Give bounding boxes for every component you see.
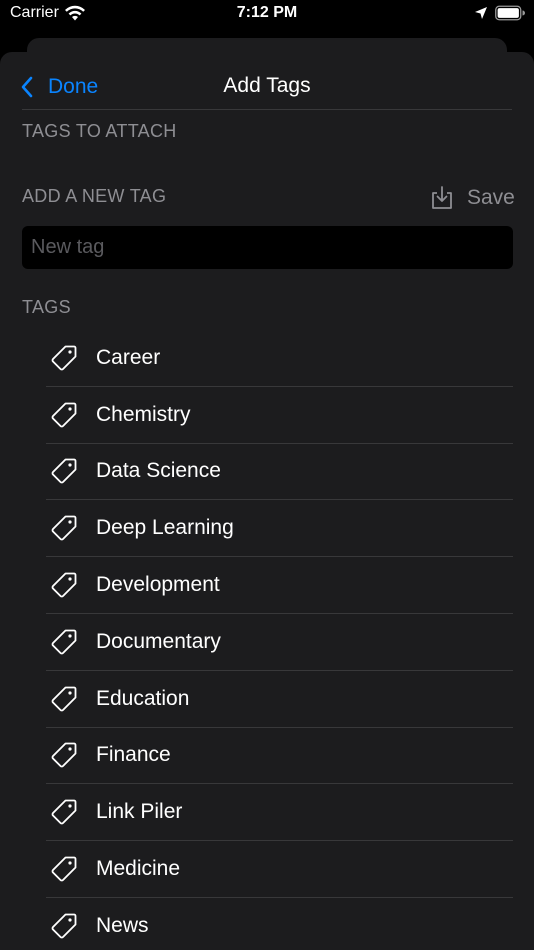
- tag-icon: [51, 345, 77, 371]
- tag-icon: [51, 799, 77, 825]
- save-label: Save: [467, 186, 515, 209]
- tag-label: News: [96, 914, 149, 938]
- tags-header: TAGS: [22, 297, 71, 317]
- tag-row[interactable]: Documentary: [46, 614, 513, 671]
- tag-row[interactable]: Development: [46, 557, 513, 614]
- tag-label: Development: [96, 573, 220, 597]
- tag-label: Link Piler: [96, 800, 183, 824]
- new-tag-input[interactable]: [22, 226, 513, 269]
- tag-row[interactable]: Medicine: [46, 841, 513, 898]
- tag-row[interactable]: Education: [46, 671, 513, 728]
- tag-row[interactable]: Link Piler: [46, 784, 513, 842]
- clock-label: 7:12 PM: [236, 4, 298, 21]
- status-bar: Carrier 7:12 PM: [0, 0, 534, 30]
- nav-divider: [22, 109, 512, 110]
- navigation-bar: Done Add Tags: [0, 52, 534, 110]
- add-tags-sheet: Done Add Tags TAGS TO ATTACH ADD A NEW T…: [0, 52, 534, 950]
- tag-icon: [51, 572, 77, 598]
- tag-label: Deep Learning: [96, 516, 234, 540]
- add-new-tag-header: ADD A NEW TAG: [22, 186, 167, 206]
- battery-icon: [495, 5, 525, 21]
- tag-label: Finance: [96, 743, 171, 767]
- tag-label: Education: [96, 686, 190, 710]
- tag-icon: [51, 743, 77, 768]
- tag-icon: [51, 459, 77, 484]
- page-title: Add Tags: [223, 74, 311, 97]
- tag-row[interactable]: Finance: [46, 728, 513, 785]
- tag-row[interactable]: Deep Learning: [46, 500, 513, 558]
- tag-icon: [51, 856, 77, 882]
- tag-icon: [51, 913, 77, 939]
- location-arrow-icon: [475, 7, 487, 19]
- tag-row[interactable]: News: [46, 898, 513, 950]
- tag-icon: [51, 402, 77, 428]
- tag-label: Medicine: [96, 857, 181, 881]
- tag-icon: [51, 686, 77, 712]
- tag-row[interactable]: Career: [46, 330, 513, 387]
- download-tray-icon: [432, 186, 452, 209]
- tag-label: Data Science: [96, 459, 221, 483]
- tag-icon: [51, 629, 77, 655]
- tags-to-attach-header: TAGS TO ATTACH: [22, 121, 177, 141]
- tag-icon: [51, 515, 77, 541]
- tag-label: Career: [96, 345, 161, 369]
- tag-row[interactable]: Chemistry: [46, 387, 513, 444]
- tag-row[interactable]: Data Science: [46, 444, 513, 501]
- tag-list: Career Chemistry Data Science Deep Learning…: [46, 330, 513, 950]
- tag-label: Chemistry: [96, 402, 191, 426]
- tag-label: Documentary: [96, 629, 221, 653]
- save-button[interactable]: Save: [430, 184, 515, 212]
